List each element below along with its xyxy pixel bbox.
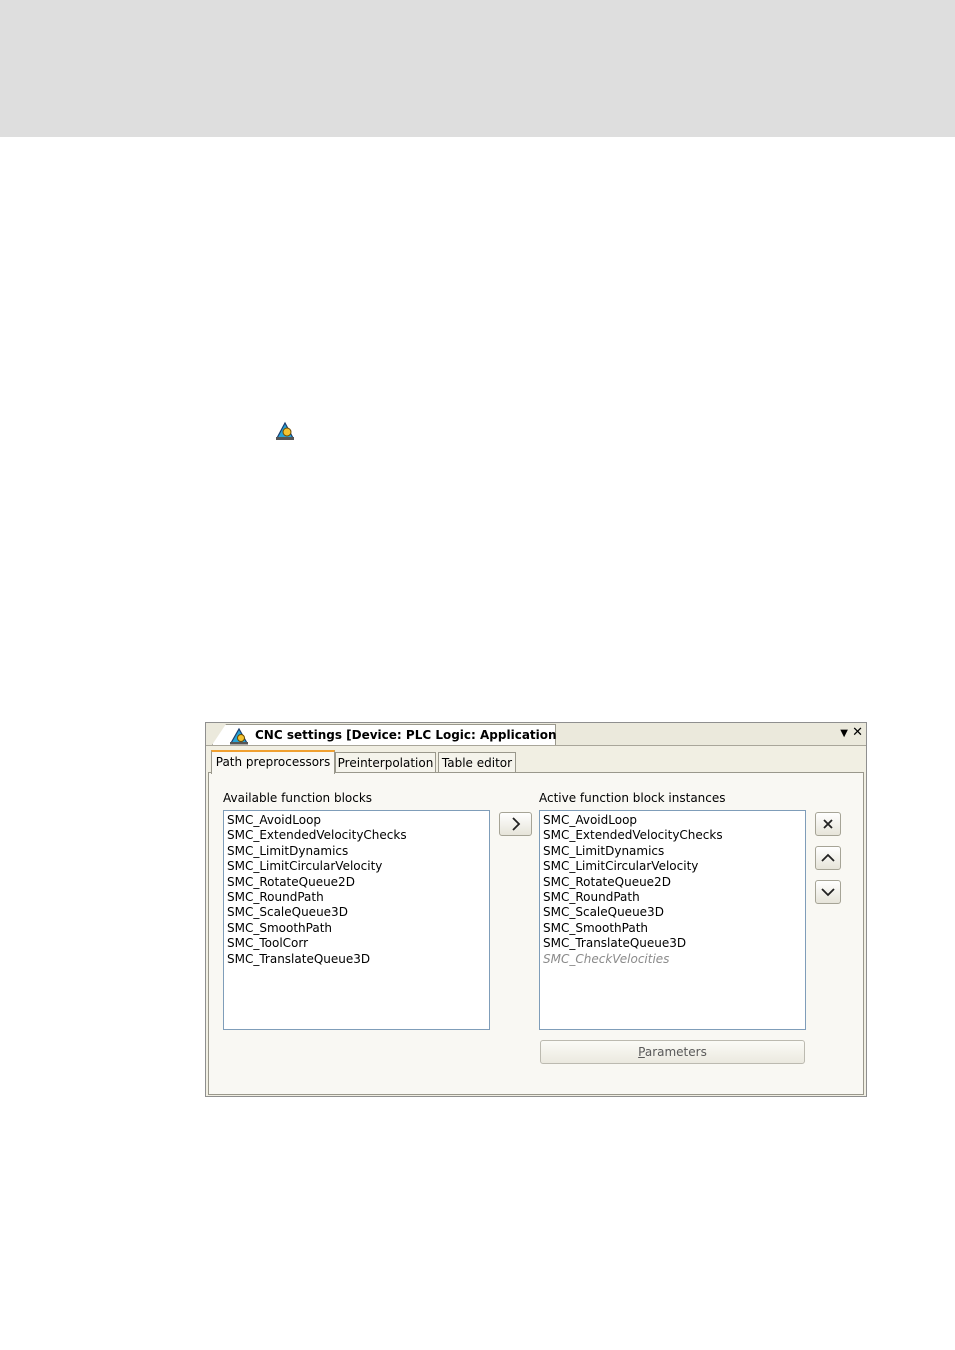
available-blocks-list[interactable]: SMC_AvoidLoop SMC_ExtendedVelocityChecks… bbox=[223, 810, 490, 1030]
window-title: CNC settings [Device: PLC Logic: Applica… bbox=[255, 728, 563, 742]
editor-tab[interactable]: CNC settings [Device: PLC Logic: Applica… bbox=[212, 724, 556, 745]
page-header-band bbox=[0, 0, 955, 137]
cnc-settings-icon bbox=[276, 421, 294, 440]
list-item[interactable]: SMC_ExtendedVelocityChecks bbox=[543, 828, 805, 843]
list-item[interactable]: SMC_RotateQueue2D bbox=[543, 875, 805, 890]
chevron-right-icon bbox=[511, 817, 520, 831]
remove-instance-button[interactable] bbox=[815, 812, 841, 836]
list-item[interactable]: SMC_RotateQueue2D bbox=[227, 875, 489, 890]
tab-table-editor[interactable]: Table editor bbox=[438, 752, 516, 773]
tab-preinterpolation[interactable]: Preinterpolation bbox=[335, 752, 436, 773]
parameters-button[interactable]: Parameters bbox=[540, 1040, 805, 1064]
list-item[interactable]: SMC_ScaleQueue3D bbox=[543, 905, 805, 920]
list-item[interactable]: SMC_RoundPath bbox=[227, 890, 489, 905]
list-item[interactable]: SMC_LimitCircularVelocity bbox=[543, 859, 805, 874]
parameters-accel-key: P bbox=[638, 1045, 645, 1059]
available-blocks-label: Available function blocks bbox=[223, 791, 373, 805]
list-item[interactable]: SMC_AvoidLoop bbox=[543, 813, 805, 828]
tab-path-preprocessors[interactable]: Path preprocessors bbox=[211, 750, 335, 774]
list-item[interactable]: SMC_LimitDynamics bbox=[227, 844, 489, 859]
chevron-down-icon bbox=[821, 888, 835, 897]
list-item[interactable]: SMC_LimitCircularVelocity bbox=[227, 859, 489, 874]
list-item[interactable]: SMC_SmoothPath bbox=[543, 921, 805, 936]
move-up-button[interactable] bbox=[815, 846, 841, 870]
chevron-up-icon bbox=[821, 853, 835, 862]
list-item[interactable]: SMC_LimitDynamics bbox=[543, 844, 805, 859]
list-item[interactable]: SMC_ScaleQueue3D bbox=[227, 905, 489, 920]
active-instances-list[interactable]: SMC_AvoidLoop SMC_ExtendedVelocityChecks… bbox=[539, 810, 806, 1030]
cnc-settings-icon bbox=[229, 727, 249, 745]
x-icon bbox=[823, 819, 833, 829]
active-instances-label: Active function block instances bbox=[539, 791, 726, 805]
list-item[interactable]: SMC_AvoidLoop bbox=[227, 813, 489, 828]
list-item[interactable]: SMC_ExtendedVelocityChecks bbox=[227, 828, 489, 843]
list-item[interactable]: SMC_SmoothPath bbox=[227, 921, 489, 936]
close-icon[interactable]: ✕ bbox=[852, 725, 863, 740]
title-bar: CNC settings [Device: PLC Logic: Applica… bbox=[206, 723, 866, 746]
list-item[interactable]: SMC_TranslateQueue3D bbox=[227, 952, 489, 967]
path-preprocessors-panel: Available function blocks Active functio… bbox=[208, 772, 864, 1095]
list-item-inactive[interactable]: SMC_CheckVelocities bbox=[543, 952, 805, 967]
parameters-label: arameters bbox=[644, 1045, 707, 1059]
dropdown-icon[interactable]: ▼ bbox=[840, 728, 848, 739]
list-item[interactable]: SMC_RoundPath bbox=[543, 890, 805, 905]
list-item[interactable]: SMC_ToolCorr bbox=[227, 936, 489, 951]
list-item[interactable]: SMC_TranslateQueue3D bbox=[543, 936, 805, 951]
cnc-settings-window: CNC settings [Device: PLC Logic: Applica… bbox=[205, 722, 867, 1097]
add-block-button[interactable] bbox=[499, 812, 532, 836]
move-down-button[interactable] bbox=[815, 880, 841, 904]
